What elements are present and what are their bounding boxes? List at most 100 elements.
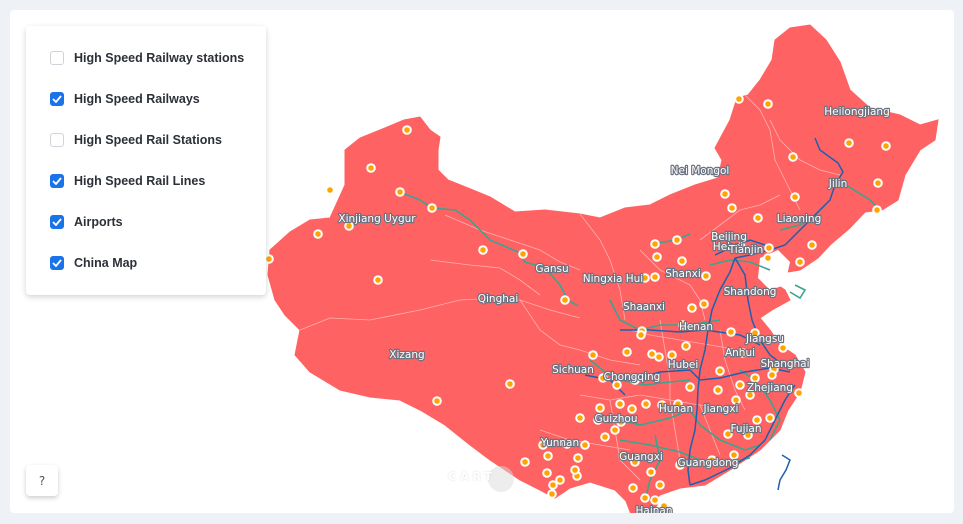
airport-marker (679, 258, 685, 264)
province-label: Gansu (535, 263, 568, 275)
checkbox[interactable] (50, 215, 64, 229)
checkbox[interactable] (50, 92, 64, 106)
airport-marker (703, 273, 709, 279)
layer-label: China Map (74, 256, 138, 270)
airport-marker (617, 401, 623, 407)
airport-marker (315, 231, 321, 237)
province-label: Hubei (668, 359, 699, 371)
airport-marker (752, 375, 758, 381)
airport-marker (522, 459, 528, 465)
checkmark-icon (52, 218, 62, 226)
airport-marker (874, 207, 880, 213)
airport-marker (765, 101, 771, 107)
checkbox[interactable] (50, 174, 64, 188)
province-label: Tianjin (728, 244, 764, 256)
layer-label: High Speed Railways (74, 92, 200, 106)
airport-marker (630, 485, 636, 491)
airport-marker (638, 332, 644, 338)
province-label: Shaanxi (623, 301, 665, 313)
high-speed-rail-line (777, 454, 791, 491)
carto-attribution[interactable]: CART (448, 470, 496, 483)
airport-marker (557, 477, 563, 483)
checkmark-icon (52, 259, 62, 267)
airport-marker (792, 194, 798, 200)
province-label: Hunan (659, 403, 693, 415)
airport-marker (652, 241, 658, 247)
province-label: Jilin (828, 178, 848, 190)
airport-marker (766, 245, 772, 251)
airport-marker (507, 381, 513, 387)
airport-marker (790, 154, 796, 160)
airport-marker (429, 205, 435, 211)
airport-marker (769, 372, 775, 378)
airport-marker (549, 491, 555, 497)
layer-toggle-high-speed-railway-stations[interactable]: High Speed Railway stations (50, 48, 244, 68)
airport-marker (652, 497, 658, 503)
railway-line (789, 284, 807, 300)
checkbox[interactable] (50, 256, 64, 270)
province-label: Nei Mongol (671, 165, 730, 177)
province-label: Xizang (389, 349, 424, 361)
airport-marker (687, 384, 693, 390)
province-label: Xinjiang Uygur (338, 213, 416, 225)
province-label: Sichuan (552, 364, 594, 376)
layer-toggle-airports[interactable]: Airports (50, 212, 123, 232)
province-label: Liaoning (777, 213, 822, 225)
province-label: Guangxi (619, 451, 663, 463)
help-button[interactable]: ? (26, 465, 58, 496)
airport-marker (434, 398, 440, 404)
airport-marker (368, 165, 374, 171)
layer-label: High Speed Railway stations (74, 51, 245, 65)
province-label: Heilongjiang (824, 106, 890, 118)
airport-marker (728, 329, 734, 335)
airport-marker (590, 352, 596, 358)
province-label: Henan (679, 321, 713, 333)
airport-marker (736, 96, 742, 102)
airport-marker (642, 495, 648, 501)
province-label: Jiangxi (703, 403, 739, 415)
airport-marker (612, 427, 618, 433)
airport-marker (520, 251, 526, 257)
airport-marker (652, 274, 658, 280)
airport-marker (572, 467, 578, 473)
airport-marker (722, 191, 728, 197)
layer-toggle-high-speed-railways[interactable]: High Speed Railways (50, 89, 200, 109)
airport-marker (629, 406, 635, 412)
layer-toggle-china-map[interactable]: China Map (50, 253, 137, 273)
airport-marker (669, 352, 675, 358)
airport-marker (883, 143, 889, 149)
airport-marker (327, 187, 333, 193)
airport-marker (544, 470, 550, 476)
airport-marker (582, 442, 588, 448)
airport-marker (397, 189, 403, 195)
airport-marker (683, 343, 689, 349)
airport-marker (643, 401, 649, 407)
airport-marker (674, 237, 680, 243)
checkbox[interactable] (50, 133, 64, 147)
airport-marker (562, 297, 568, 303)
airport-marker (767, 415, 773, 421)
layers-panel: High Speed Railway stations High Speed R… (26, 26, 266, 295)
airport-marker (797, 259, 803, 265)
airport-marker (657, 482, 663, 488)
airport-marker (689, 305, 695, 311)
layer-toggle-high-speed-rail-lines[interactable]: High Speed Rail Lines (50, 171, 205, 191)
province-label: Guizhou (595, 413, 638, 425)
checkbox[interactable] (50, 51, 64, 65)
layer-toggle-high-speed-rail-stations[interactable]: High Speed Rail Stations (50, 130, 222, 150)
airport-marker (737, 382, 743, 388)
airport-marker (624, 349, 630, 355)
airport-marker (266, 256, 272, 262)
airport-marker (545, 453, 551, 459)
province-label: Hainan (636, 505, 673, 513)
airport-marker (875, 180, 881, 186)
airport-marker (765, 255, 771, 261)
airport-marker (754, 417, 760, 423)
airport-marker (575, 455, 581, 461)
airport-marker (649, 351, 655, 357)
airport-marker (654, 254, 660, 260)
province-label: Zhejiang (747, 382, 793, 394)
checkmark-icon (52, 177, 62, 185)
province-label: Ningxia Hui (583, 273, 643, 285)
province-label: Shandong (724, 286, 777, 298)
